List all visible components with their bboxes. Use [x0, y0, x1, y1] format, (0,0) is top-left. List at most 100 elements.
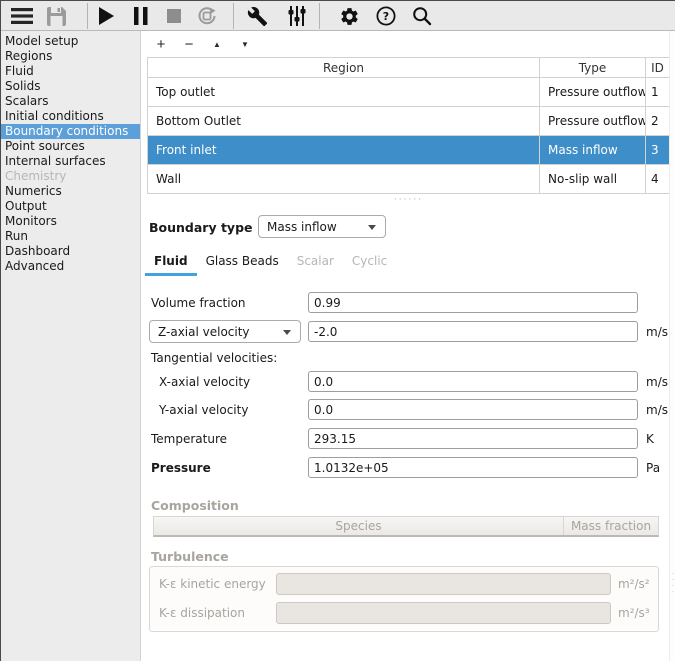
temperature-input[interactable] [308, 428, 638, 449]
id-cell: 3 [646, 136, 670, 165]
sidebar-item-run[interactable]: Run [1, 229, 140, 244]
volume-fraction-input[interactable] [308, 292, 638, 313]
column-header-id[interactable]: ID [646, 58, 670, 78]
pressure-input[interactable] [308, 457, 638, 478]
table-row[interactable]: Wall No-slip wall 4 [148, 165, 670, 194]
boundary-type-label: Boundary type [149, 220, 253, 235]
sidebar-item-model-setup[interactable]: Model setup [1, 34, 140, 49]
tab-fluid[interactable]: Fluid [145, 250, 197, 275]
column-header-region[interactable]: Region [148, 58, 540, 78]
ke-kinetic-energy-unit: m²/s² [618, 577, 650, 591]
y-axial-velocity-label: Y-axial velocity [159, 403, 248, 417]
y-axial-velocity-input[interactable] [308, 399, 638, 420]
help-button[interactable]: ? [371, 2, 401, 30]
boundary-type-dropdown[interactable]: Mass inflow [258, 215, 386, 238]
sidebar-item-output[interactable]: Output [1, 199, 140, 214]
sidebar-item-solids[interactable]: Solids [1, 79, 140, 94]
vertical-scrollbar[interactable]: ···· [669, 31, 675, 661]
ke-kinetic-energy-label: K-ε kinetic energy [159, 577, 266, 591]
id-cell: 2 [646, 107, 670, 136]
app-window: ? Model setup Regions Fluid Solids Scala… [0, 0, 675, 661]
splitter-handle[interactable]: ······ [141, 195, 675, 205]
sidebar-item-fluid[interactable]: Fluid [1, 64, 140, 79]
y-velocity-unit: m/s [646, 403, 668, 417]
parameters-button[interactable] [282, 2, 312, 30]
wrench-icon [247, 6, 268, 27]
stop-button [159, 2, 189, 30]
search-button[interactable] [407, 2, 437, 30]
navigation-sidebar: Model setup Regions Fluid Solids Scalars… [1, 31, 141, 661]
add-region-button[interactable]: + [149, 36, 173, 54]
ke-dissipation-label: K-ε dissipation [159, 606, 245, 620]
tab-glass-beads[interactable]: Glass Beads [197, 250, 288, 275]
region-cell: Top outlet [148, 78, 540, 107]
chevron-down-icon [368, 225, 376, 230]
region-cell: Wall [148, 165, 540, 194]
stop-icon [167, 9, 181, 23]
toolbar-separator [87, 3, 88, 29]
table-header-row: Region Type ID [148, 58, 670, 78]
toolbar-separator [233, 3, 234, 29]
remove-region-button[interactable]: − [177, 36, 201, 54]
hamburger-icon [11, 7, 33, 25]
x-axial-velocity-input[interactable] [308, 371, 638, 392]
menu-button[interactable] [7, 2, 37, 30]
id-cell: 1 [646, 78, 670, 107]
sidebar-item-regions[interactable]: Regions [1, 49, 140, 64]
save-button [41, 2, 71, 30]
ke-dissipation-unit: m²/s³ [618, 606, 650, 620]
tab-cyclic: Cyclic [343, 250, 396, 275]
type-cell: Mass inflow [540, 136, 646, 165]
play-icon [98, 7, 114, 25]
pressure-unit: Pa [646, 461, 660, 475]
region-cell: Front inlet [148, 136, 540, 165]
id-cell: 4 [646, 165, 670, 194]
type-cell: Pressure outflow [540, 107, 646, 136]
main-toolbar: ? [1, 1, 675, 31]
chevron-down-icon [283, 330, 291, 335]
run-button[interactable] [91, 2, 121, 30]
species-column-header: Species [154, 517, 564, 535]
move-up-button[interactable]: ▲ [205, 36, 229, 54]
reset-icon [197, 6, 217, 26]
x-velocity-unit: m/s [646, 375, 668, 389]
sidebar-item-scalars[interactable]: Scalars [1, 94, 140, 109]
search-icon [412, 6, 432, 26]
sidebar-item-dashboard[interactable]: Dashboard [1, 244, 140, 259]
temperature-label: Temperature [151, 432, 227, 446]
type-cell: Pressure outflow [540, 78, 646, 107]
sidebar-item-boundary-conditions[interactable]: Boundary conditions [1, 124, 140, 139]
table-row-selected[interactable]: Front inlet Mass inflow 3 [148, 136, 670, 165]
scrollbar-handle[interactable]: ···· [671, 571, 675, 595]
gear-icon [339, 6, 360, 27]
composition-table-header: Species Mass fraction [153, 516, 659, 537]
sidebar-item-monitors[interactable]: Monitors [1, 214, 140, 229]
phase-tabbar: Fluid Glass Beads Scalar Cyclic [145, 250, 396, 275]
sidebar-item-initial-conditions[interactable]: Initial conditions [1, 109, 140, 124]
build-button[interactable] [242, 2, 272, 30]
region-cell: Bottom Outlet [148, 107, 540, 136]
column-header-type[interactable]: Type [540, 58, 646, 78]
composition-section-title: Composition [151, 498, 239, 513]
type-cell: No-slip wall [540, 165, 646, 194]
sidebar-item-point-sources[interactable]: Point sources [1, 139, 140, 154]
move-down-button[interactable]: ▼ [233, 36, 257, 54]
ke-kinetic-energy-input [276, 573, 611, 595]
temperature-unit: K [646, 432, 654, 446]
sidebar-item-numerics[interactable]: Numerics [1, 184, 140, 199]
boundary-regions-table: Region Type ID Top outlet Pressure outfl… [147, 57, 670, 194]
table-row[interactable]: Top outlet Pressure outflow 1 [148, 78, 670, 107]
table-row[interactable]: Bottom Outlet Pressure outflow 2 [148, 107, 670, 136]
sidebar-item-advanced[interactable]: Advanced [1, 259, 140, 274]
volume-fraction-label: Volume fraction [151, 296, 246, 310]
z-axial-velocity-dropdown[interactable]: Z-axial velocity [149, 320, 301, 343]
z-axial-velocity-input[interactable] [308, 321, 638, 342]
pause-button[interactable] [126, 2, 156, 30]
help-icon: ? [376, 6, 396, 26]
z-velocity-unit: m/s [646, 325, 668, 339]
sidebar-item-internal-surfaces[interactable]: Internal surfaces [1, 154, 140, 169]
z-axial-velocity-value: Z-axial velocity [158, 325, 250, 339]
ke-dissipation-input [276, 602, 611, 624]
mass-fraction-column-header: Mass fraction [564, 517, 658, 535]
settings-button[interactable] [334, 2, 364, 30]
